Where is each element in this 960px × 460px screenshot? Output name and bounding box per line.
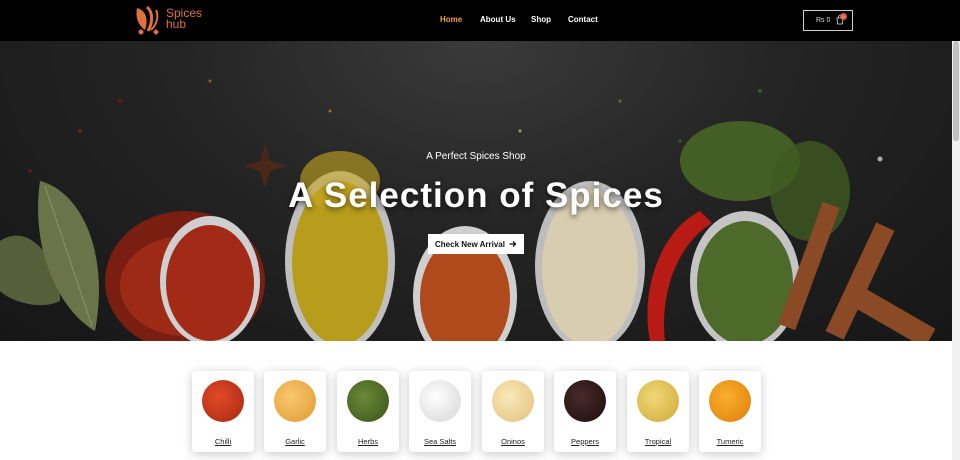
tropical-image — [637, 380, 679, 422]
peppers-image — [564, 380, 606, 422]
logo[interactable]: Spices hub — [131, 4, 203, 36]
arrow-right-icon — [509, 241, 517, 247]
nav-home[interactable]: Home — [440, 15, 462, 24]
category-label[interactable]: Tropical — [627, 437, 689, 446]
spice-leaf-logo-icon — [136, 5, 159, 35]
category-card-garlic[interactable]: Garlic — [264, 371, 326, 452]
hero-title: A Selection of Spices — [288, 176, 664, 215]
chilli-image — [202, 380, 244, 422]
category-card-sea-salts[interactable]: Sea Salts — [409, 371, 471, 452]
sea-salts-image — [419, 380, 461, 422]
logo-text-line2: hub — [166, 17, 187, 31]
oninos-image — [492, 380, 534, 422]
garlic-image — [274, 380, 316, 422]
category-card-chilli[interactable]: Chilli — [192, 371, 254, 452]
category-card-oninos[interactable]: Oninos — [482, 371, 544, 452]
site-header: Spices hub Home About Us Shop Contact Rs… — [0, 0, 960, 41]
scrollbar-thumb[interactable] — [953, 41, 959, 141]
tumeric-image — [709, 380, 751, 422]
category-label[interactable]: Chilli — [192, 437, 254, 446]
nav-contact[interactable]: Contact — [568, 15, 598, 24]
check-new-arrival-button[interactable]: Check New Arrival — [428, 234, 524, 254]
hero-banner: A Perfect Spices Shop A Selection of Spi… — [0, 41, 960, 341]
category-card-tropical[interactable]: Tropical — [627, 371, 689, 452]
herbs-image — [347, 380, 389, 422]
cart-button[interactable]: Rs 0 0 — [803, 10, 853, 31]
page-scrollbar[interactable] — [952, 41, 960, 460]
category-label[interactable]: Tumeric — [699, 437, 761, 446]
category-label[interactable]: Sea Salts — [409, 437, 471, 446]
category-card-herbs[interactable]: Herbs — [337, 371, 399, 452]
check-new-arrival-label: Check New Arrival — [435, 239, 505, 249]
category-card-tumeric[interactable]: Tumeric — [699, 371, 761, 452]
logo-text: Spices hub — [166, 7, 202, 31]
category-section: Chilli Garlic Herbs Sea Salts Oninos Pep… — [0, 341, 952, 460]
nav-shop[interactable]: Shop — [531, 15, 551, 24]
cart-amount: Rs 0 — [816, 17, 831, 24]
category-card-peppers[interactable]: Peppers — [554, 371, 616, 452]
nav-about-us[interactable]: About Us — [480, 15, 516, 24]
category-label[interactable]: Herbs — [337, 437, 399, 446]
category-label[interactable]: Oninos — [482, 437, 544, 446]
category-label[interactable]: Garlic — [264, 437, 326, 446]
category-label[interactable]: Peppers — [554, 437, 616, 446]
hero-subtitle: A Perfect Spices Shop — [426, 151, 526, 162]
cart-count-badge: 0 — [840, 13, 847, 20]
